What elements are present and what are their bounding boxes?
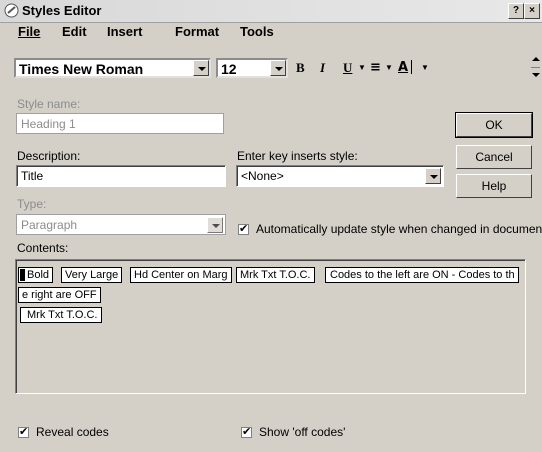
enter-key-label: Enter key inserts style:	[237, 149, 358, 163]
code-mrk-txt-toc-off[interactable]: Mrk Txt T.O.C.	[20, 307, 102, 323]
window-title: Styles Editor	[22, 3, 102, 18]
font-size-value: 12	[221, 61, 237, 77]
contents-text-row2: e right are OFF	[22, 289, 97, 301]
code-mrk-txt-toc-off-label: Mrk Txt T.O.C.	[27, 309, 98, 321]
cancel-button[interactable]: Cancel	[456, 145, 532, 169]
menu-edit[interactable]: Edit	[62, 24, 87, 39]
underline-dropdown-icon[interactable]: ▼	[358, 63, 366, 72]
code-very-large[interactable]: Very Large	[61, 267, 123, 283]
underline-button[interactable]: U	[343, 60, 352, 76]
font-name-dropdown-icon[interactable]	[193, 60, 209, 76]
enter-key-select[interactable]: <None>	[236, 165, 444, 187]
contents-label: Contents:	[17, 241, 69, 255]
code-bold-marker-icon	[20, 269, 25, 281]
code-very-large-label: Very Large	[65, 269, 119, 281]
reveal-codes-checkbox[interactable]	[18, 425, 29, 438]
styles-editor-window: Styles Editor ? × File Edit Insert Forma…	[0, 0, 542, 452]
menu-format-label: Format	[175, 24, 220, 39]
menu-insert-label: Insert	[107, 24, 143, 39]
show-off-codes-label: Show 'off codes'	[259, 425, 346, 439]
font-color-bar	[411, 60, 414, 74]
code-text-run: Codes to the left are ON - Codes to th	[325, 267, 519, 283]
description-label: Description:	[17, 149, 81, 163]
close-title-button[interactable]: ×	[524, 3, 540, 19]
ok-button[interactable]: OK	[455, 112, 533, 138]
style-name-value: Heading 1	[21, 117, 76, 131]
menu-edit-label: Edit	[62, 24, 87, 39]
type-dropdown-icon	[207, 217, 223, 233]
code-mrk-txt-toc-on[interactable]: Mrk Txt T.O.C.	[236, 267, 315, 283]
code-bold[interactable]: Bold	[18, 267, 54, 283]
style-name-field: Heading 1	[16, 113, 224, 134]
contents-area[interactable]: Bold Very Large Hd Center on Marg Mrk Tx…	[15, 259, 526, 394]
font-size-select[interactable]: 12	[216, 58, 288, 78]
code-bold-label: Bold	[27, 269, 50, 281]
font-name-select[interactable]: Times New Roman	[14, 58, 211, 78]
type-label: Type:	[17, 197, 47, 211]
menu-file[interactable]: File	[18, 24, 40, 39]
font-size-dropdown-icon[interactable]	[270, 60, 286, 76]
help-title-button[interactable]: ?	[508, 3, 524, 19]
app-icon	[4, 3, 19, 18]
code-text-run-2: e right are OFF	[18, 287, 101, 303]
font-color-button[interactable]: A	[398, 60, 408, 75]
description-field[interactable]: Title	[16, 165, 226, 187]
auto-update-label: Automatically update style when changed …	[256, 222, 542, 236]
font-color-dropdown-icon[interactable]: ▼	[421, 63, 429, 72]
help-button[interactable]: Help	[456, 174, 532, 198]
style-name-label: Style name:	[17, 97, 81, 111]
align-dropdown-icon[interactable]: ▼	[385, 63, 393, 72]
menu-format[interactable]: Format	[175, 24, 219, 39]
menu-insert[interactable]: Insert	[107, 24, 142, 39]
italic-button[interactable]: I	[320, 60, 325, 76]
description-value: Title	[21, 169, 44, 183]
auto-update-checkbox[interactable]	[238, 222, 249, 235]
toolbar-scroll-icon[interactable]	[530, 55, 541, 81]
show-off-codes-checkbox[interactable]	[241, 425, 252, 438]
menu-file-label: File	[18, 24, 41, 39]
reveal-codes-label: Reveal codes	[36, 425, 109, 439]
align-button[interactable]: ≡	[370, 60, 381, 75]
contents-text-row1: Codes to the left are ON - Codes to th	[330, 269, 515, 281]
menu-bar: File Edit Insert Format Tools	[0, 22, 542, 42]
bold-button[interactable]: B	[296, 60, 305, 76]
type-select: Paragraph	[16, 214, 226, 235]
code-hd-center-label: Hd Center on Marg	[134, 269, 228, 281]
menu-tools-label: Tools	[240, 24, 274, 39]
enter-key-dropdown-icon[interactable]	[425, 168, 441, 184]
code-mrk-txt-toc-on-label: Mrk Txt T.O.C.	[240, 269, 311, 281]
code-hd-center[interactable]: Hd Center on Marg	[130, 267, 232, 283]
title-bar: Styles Editor ? ×	[0, 0, 542, 23]
type-value: Paragraph	[21, 218, 78, 232]
font-name-value: Times New Roman	[19, 61, 144, 77]
menu-tools[interactable]: Tools	[240, 24, 274, 39]
enter-key-value: <None>	[241, 169, 284, 183]
